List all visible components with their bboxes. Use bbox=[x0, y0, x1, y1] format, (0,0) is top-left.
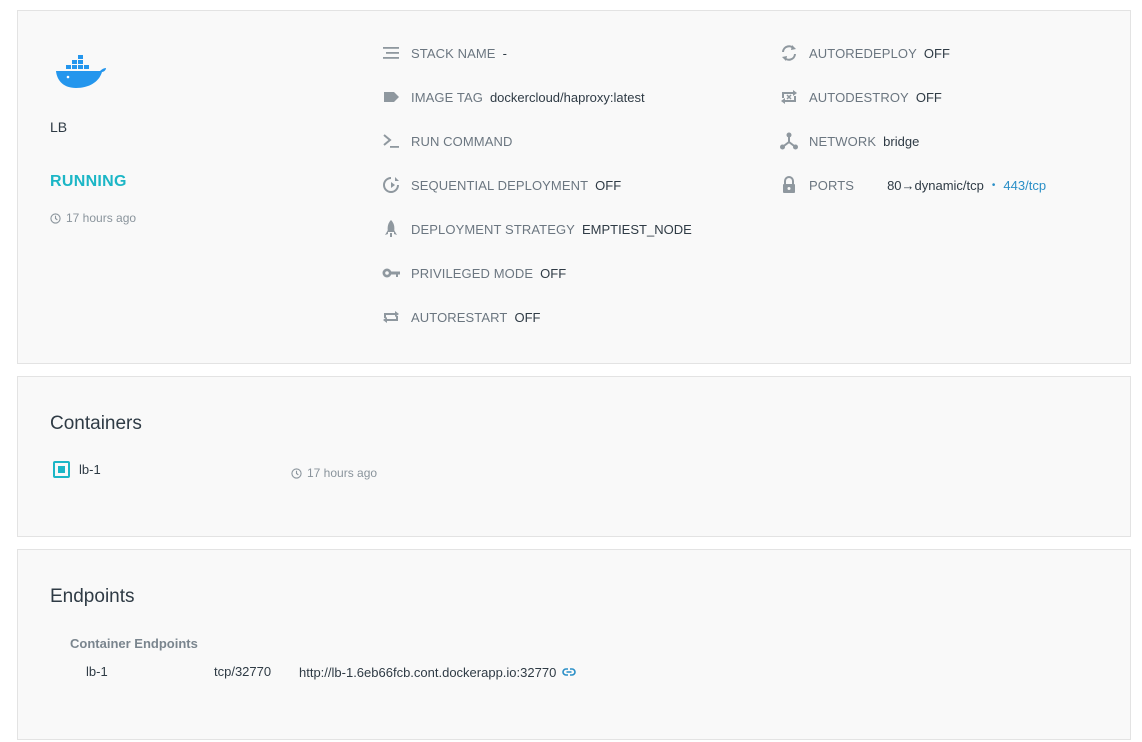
clock-icon bbox=[291, 467, 302, 479]
detail-image-tag: IMAGE TAG dockercloud/haproxy:latest bbox=[380, 86, 645, 108]
lock-icon bbox=[778, 174, 800, 196]
refresh-icon bbox=[778, 42, 800, 64]
network-icon bbox=[778, 130, 800, 152]
status-badge: RUNNING bbox=[50, 173, 127, 190]
detail-run-command: RUN COMMAND bbox=[380, 130, 519, 152]
detail-value: OFF bbox=[595, 177, 622, 193]
service-updated-text: 17 hours ago bbox=[66, 211, 137, 225]
detail-value: OFF bbox=[514, 309, 541, 325]
detail-autoredeploy: AUTOREDEPLOY OFF bbox=[778, 42, 950, 64]
detail-network: NETWORK bridge bbox=[778, 130, 919, 152]
rocket-icon bbox=[380, 218, 402, 240]
detail-value: OFF bbox=[923, 45, 950, 61]
detail-label: AUTODESTROY bbox=[809, 89, 909, 105]
detail-value: - bbox=[502, 45, 507, 61]
container-time-text: 17 hours ago bbox=[307, 466, 378, 480]
detail-autorestart: AUTORESTART OFF bbox=[380, 306, 540, 328]
detail-label: PORTS bbox=[809, 177, 855, 193]
service-updated: 17 hours ago bbox=[50, 211, 136, 225]
endpoint-url[interactable]: http://lb-1.6eb66fcb.cont.dockerapp.io:3… bbox=[299, 665, 556, 680]
detail-label: AUTORESTART bbox=[411, 309, 508, 325]
port-link[interactable]: 443/tcp bbox=[1003, 178, 1046, 193]
container-time: 17 hours ago bbox=[291, 466, 377, 480]
service-details-panel: LB RUNNING 17 hours ago STACK NAME - IMA… bbox=[17, 10, 1131, 364]
detail-deployment-strategy: DEPLOYMENT STRATEGY EMPTIEST_NODE bbox=[380, 218, 692, 240]
autodestroy-icon bbox=[778, 86, 800, 108]
port-mapping: 80→dynamic/tcp bbox=[887, 177, 984, 193]
detail-value: EMPTIEST_NODE bbox=[581, 221, 692, 237]
containers-panel: Containers lb-1 17 hours ago bbox=[17, 376, 1131, 537]
endpoints-title: Endpoints bbox=[50, 586, 135, 607]
detail-label: DEPLOYMENT STRATEGY bbox=[411, 221, 575, 237]
detail-label: NETWORK bbox=[809, 133, 877, 149]
service-name: LB bbox=[50, 119, 68, 135]
lines-icon bbox=[380, 42, 402, 64]
endpoint-container: lb-1 bbox=[86, 664, 108, 679]
endpoints-panel: Endpoints Container Endpoints lb-1 tcp/3… bbox=[17, 549, 1131, 740]
endpoint-url-row: http://lb-1.6eb66fcb.cont.dockerapp.io:3… bbox=[299, 664, 577, 680]
detail-label: PRIVILEGED MODE bbox=[411, 265, 534, 281]
port-separator: • bbox=[991, 179, 996, 191]
sequential-icon bbox=[380, 174, 402, 196]
detail-stack-name: STACK NAME - bbox=[380, 42, 507, 64]
detail-value: bridge bbox=[883, 133, 920, 149]
detail-autodestroy: AUTODESTROY OFF bbox=[778, 86, 942, 108]
detail-sequential-deployment: SEQUENTIAL DEPLOYMENT OFF bbox=[380, 174, 621, 196]
detail-label: IMAGE TAG bbox=[411, 89, 483, 105]
detail-privileged-mode: PRIVILEGED MODE OFF bbox=[380, 262, 566, 284]
key-icon bbox=[380, 262, 402, 284]
repeat-icon bbox=[380, 306, 402, 328]
detail-label: STACK NAME bbox=[411, 45, 496, 61]
detail-value: OFF bbox=[915, 89, 942, 105]
tag-icon bbox=[380, 86, 402, 108]
docker-whale-logo bbox=[54, 55, 108, 96]
detail-label: SEQUENTIAL DEPLOYMENT bbox=[411, 177, 589, 193]
clock-icon bbox=[50, 212, 61, 224]
detail-value: dockercloud/haproxy:latest bbox=[489, 89, 645, 105]
container-icon bbox=[53, 461, 70, 478]
container-endpoints-heading: Container Endpoints bbox=[70, 636, 198, 651]
container-name[interactable]: lb-1 bbox=[79, 462, 101, 477]
terminal-icon bbox=[380, 130, 402, 152]
link-icon[interactable] bbox=[561, 664, 577, 680]
detail-value: OFF bbox=[540, 265, 567, 281]
detail-label: AUTOREDEPLOY bbox=[809, 45, 917, 61]
container-item[interactable]: lb-1 bbox=[53, 461, 101, 478]
detail-label: RUN COMMAND bbox=[411, 133, 513, 149]
endpoint-port: tcp/32770 bbox=[214, 664, 272, 679]
detail-ports: PORTS 80→dynamic/tcp • 443/tcp bbox=[778, 174, 1046, 196]
containers-title: Containers bbox=[50, 413, 142, 434]
